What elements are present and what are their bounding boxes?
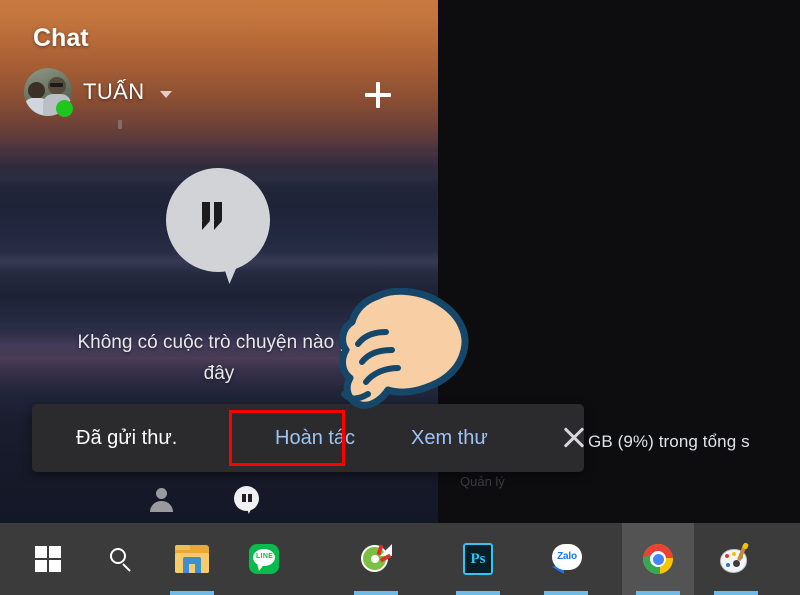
view-message-button[interactable]: Xem thư: [411, 427, 488, 450]
running-indicator: [544, 591, 588, 595]
zalo-icon: Zalo: [550, 544, 582, 574]
toast-snackbar: Đã gửi thư. Hoàn tác Xem thư: [32, 404, 584, 472]
chrome-icon: [643, 544, 673, 574]
pointing-hand-cursor: [339, 288, 469, 409]
toast-message: Đã gửi thư.: [76, 426, 178, 449]
running-indicator: [170, 591, 214, 595]
panel-bottom-nav: [150, 486, 259, 514]
windows-logo-icon: [35, 546, 61, 572]
close-icon[interactable]: [561, 425, 587, 451]
page-title: Chat: [33, 24, 89, 52]
desktop: GB (9%) trong tổng s Quản lý Chat TUẤN K…: [0, 0, 800, 523]
taskbar-zalo[interactable]: Zalo: [530, 523, 602, 595]
disc-icon: [361, 544, 392, 574]
start-button[interactable]: [12, 523, 84, 595]
plus-icon[interactable]: [365, 82, 391, 108]
account-switcher[interactable]: TUẤN: [24, 68, 172, 117]
taskbar-photoshop[interactable]: Ps: [442, 523, 514, 595]
windows-taskbar: LINE Ps Zalo: [0, 523, 800, 595]
taskbar-disc-burner[interactable]: [340, 523, 412, 595]
status-badge: [56, 100, 73, 117]
person-icon[interactable]: [150, 487, 173, 512]
taskbar-paint[interactable]: [700, 523, 772, 595]
taskbar-line[interactable]: LINE: [228, 523, 300, 595]
running-indicator: [714, 591, 758, 595]
running-indicator: [456, 591, 500, 595]
hangouts-bubble-icon[interactable]: [234, 486, 259, 514]
paint-icon: [720, 542, 752, 574]
running-indicator: [354, 591, 398, 595]
storage-usage-text: GB (9%) trong tổng s: [588, 432, 750, 451]
hangouts-quote-bubble-icon: [166, 168, 270, 284]
chevron-down-icon[interactable]: [159, 90, 172, 98]
search-icon: [107, 546, 133, 572]
line-app-icon: LINE: [249, 544, 279, 574]
avatar[interactable]: [24, 68, 73, 117]
photoshop-icon: Ps: [463, 543, 493, 575]
folder-icon: [175, 545, 209, 573]
taskbar-chrome[interactable]: [622, 523, 694, 595]
account-name: TUẤN: [83, 79, 145, 104]
running-indicator: [636, 591, 680, 595]
manage-storage-link[interactable]: Quản lý: [460, 474, 505, 489]
undo-button[interactable]: Hoàn tác: [275, 427, 355, 450]
search-button[interactable]: [84, 523, 156, 595]
taskbar-file-explorer[interactable]: [156, 523, 228, 595]
